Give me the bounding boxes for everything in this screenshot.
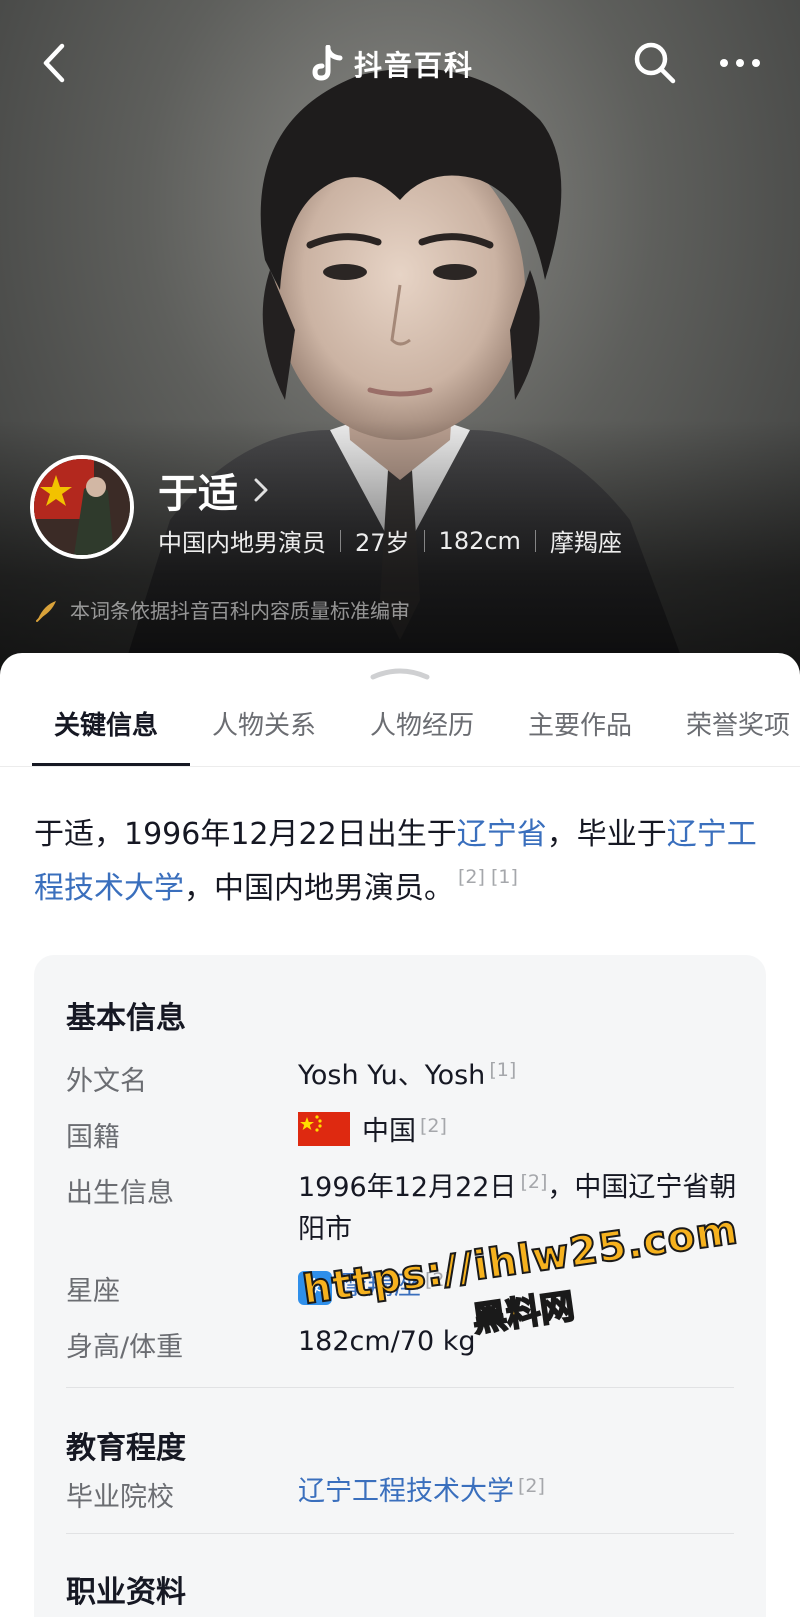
brand-logo: 抖音百科 [310,42,474,86]
back-button[interactable] [30,38,80,88]
drag-handle-icon[interactable] [367,665,433,681]
tab-key-info[interactable]: 关键信息 [54,705,158,742]
value-nationality: 中国 [2] [298,1111,738,1153]
reference-mark[interactable]: [2] [425,1269,452,1291]
zodiac-tag: 摩羯座 [549,529,622,557]
label-nationality: 国籍 [66,1122,120,1153]
avatar[interactable] [30,455,134,559]
value-foreign-name: Yosh Yu、Yosh [1] [298,1055,738,1097]
label-foreign-name: 外文名 [66,1066,147,1097]
search-button[interactable] [630,38,680,88]
tab-relationships[interactable]: 人物关系 [212,705,316,742]
avatar-image [34,459,130,555]
nationality-text: 中国 [362,1116,416,1147]
reference-mark[interactable]: [2] [420,1115,447,1137]
occupation-tag: 中国内地男演员 [158,529,326,557]
value-birth-info: 1996年12月22日 [2]，中国辽宁省朝阳市 [298,1167,738,1251]
reference-marks[interactable]: [2] [1] [458,866,518,888]
section-title-career: 职业资料 [66,1575,186,1610]
meta-divider [534,529,536,552]
editorial-notice: 本词条依据抖音百科内容质量标准编审 [34,595,410,624]
douyin-logo-icon [312,45,343,81]
section-divider [66,1533,734,1534]
search-icon [634,42,676,84]
china-flag-icon [298,1112,350,1146]
section-divider [66,1387,734,1388]
active-tab-indicator [32,763,190,766]
height-tag: 182cm [438,526,521,555]
info-card: 基本信息 外文名 Yosh Yu、Yosh [1] 国籍 中国 [2] 出生信息 1… [34,955,766,1617]
summary-text: ，毕业于 [546,817,667,852]
label-zodiac: 星座 [66,1276,120,1307]
reference-mark[interactable]: [2] [518,1475,545,1497]
tab-works[interactable]: 主要作品 [528,705,632,742]
quill-pen-icon [36,600,56,622]
tab-awards[interactable]: 荣誉奖项 [686,705,790,742]
meta-divider [423,529,425,552]
chevron-left-icon [43,43,65,83]
brand-title: 抖音百科 [354,49,475,82]
label-birth-info: 出生信息 [66,1178,174,1209]
label-graduated-school: 毕业院校 [66,1482,174,1513]
foreign-name-text: Yosh Yu、Yosh [298,1060,486,1091]
tab-experience[interactable]: 人物经历 [370,705,474,742]
zodiac-link[interactable]: 摩羯座 [340,1270,421,1301]
reference-mark[interactable]: [2] [520,1171,547,1193]
notice-text: 本词条依据抖音百科内容质量标准编审 [70,599,410,623]
value-zodiac: ♑ 摩羯座 [2] [298,1265,738,1307]
age-tag: 27岁 [355,529,410,557]
more-options-button[interactable] [712,38,768,88]
province-link[interactable]: 辽宁省 [457,817,547,852]
person-name: 于适 [158,471,238,517]
summary-text: 于适，1996年12月22日出生于 [34,817,457,852]
top-navigation-bar: 抖音百科 [0,30,800,100]
summary-paragraph: 于适，1996年12月22日出生于辽宁省，毕业于辽宁工程技术大学，中国内地男演员… [34,808,774,916]
section-tabs: 关键信息 人物关系 人物经历 主要作品 荣誉奖项 [0,683,800,767]
profile-header: 于适 中国内地男演员 27岁 182cm 摩羯座 [30,455,780,565]
birth-date-text: 1996年12月22日 [298,1172,517,1203]
more-dots-icon [720,59,760,67]
name-link[interactable]: 于适 [158,461,270,519]
value-graduated-school: 辽宁工程技术大学 [2] [298,1471,738,1513]
chevron-right-icon [254,478,268,502]
meta-divider [340,529,341,552]
profile-meta: 中国内地男演员 27岁 182cm 摩羯座 [158,523,622,558]
summary-text: ，中国内地男演员。 [184,871,454,906]
capricorn-icon: ♑ [298,1271,332,1305]
hero-banner: 抖音百科 于适 中国内地男演员 27岁 182cm 摩羯座 本词条依据抖音百科内… [0,0,800,680]
value-height-weight: 182cm/70 kg [298,1326,476,1357]
content-sheet: 关键信息 人物关系 人物经历 主要作品 荣誉奖项 于适，1996年12月22日出… [0,653,800,1617]
section-title-basic-info: 基本信息 [66,1001,186,1036]
label-height-weight: 身高/体重 [66,1332,184,1363]
school-link[interactable]: 辽宁工程技术大学 [298,1476,514,1507]
reference-mark[interactable]: [1] [489,1059,516,1081]
section-title-education: 教育程度 [66,1431,186,1466]
